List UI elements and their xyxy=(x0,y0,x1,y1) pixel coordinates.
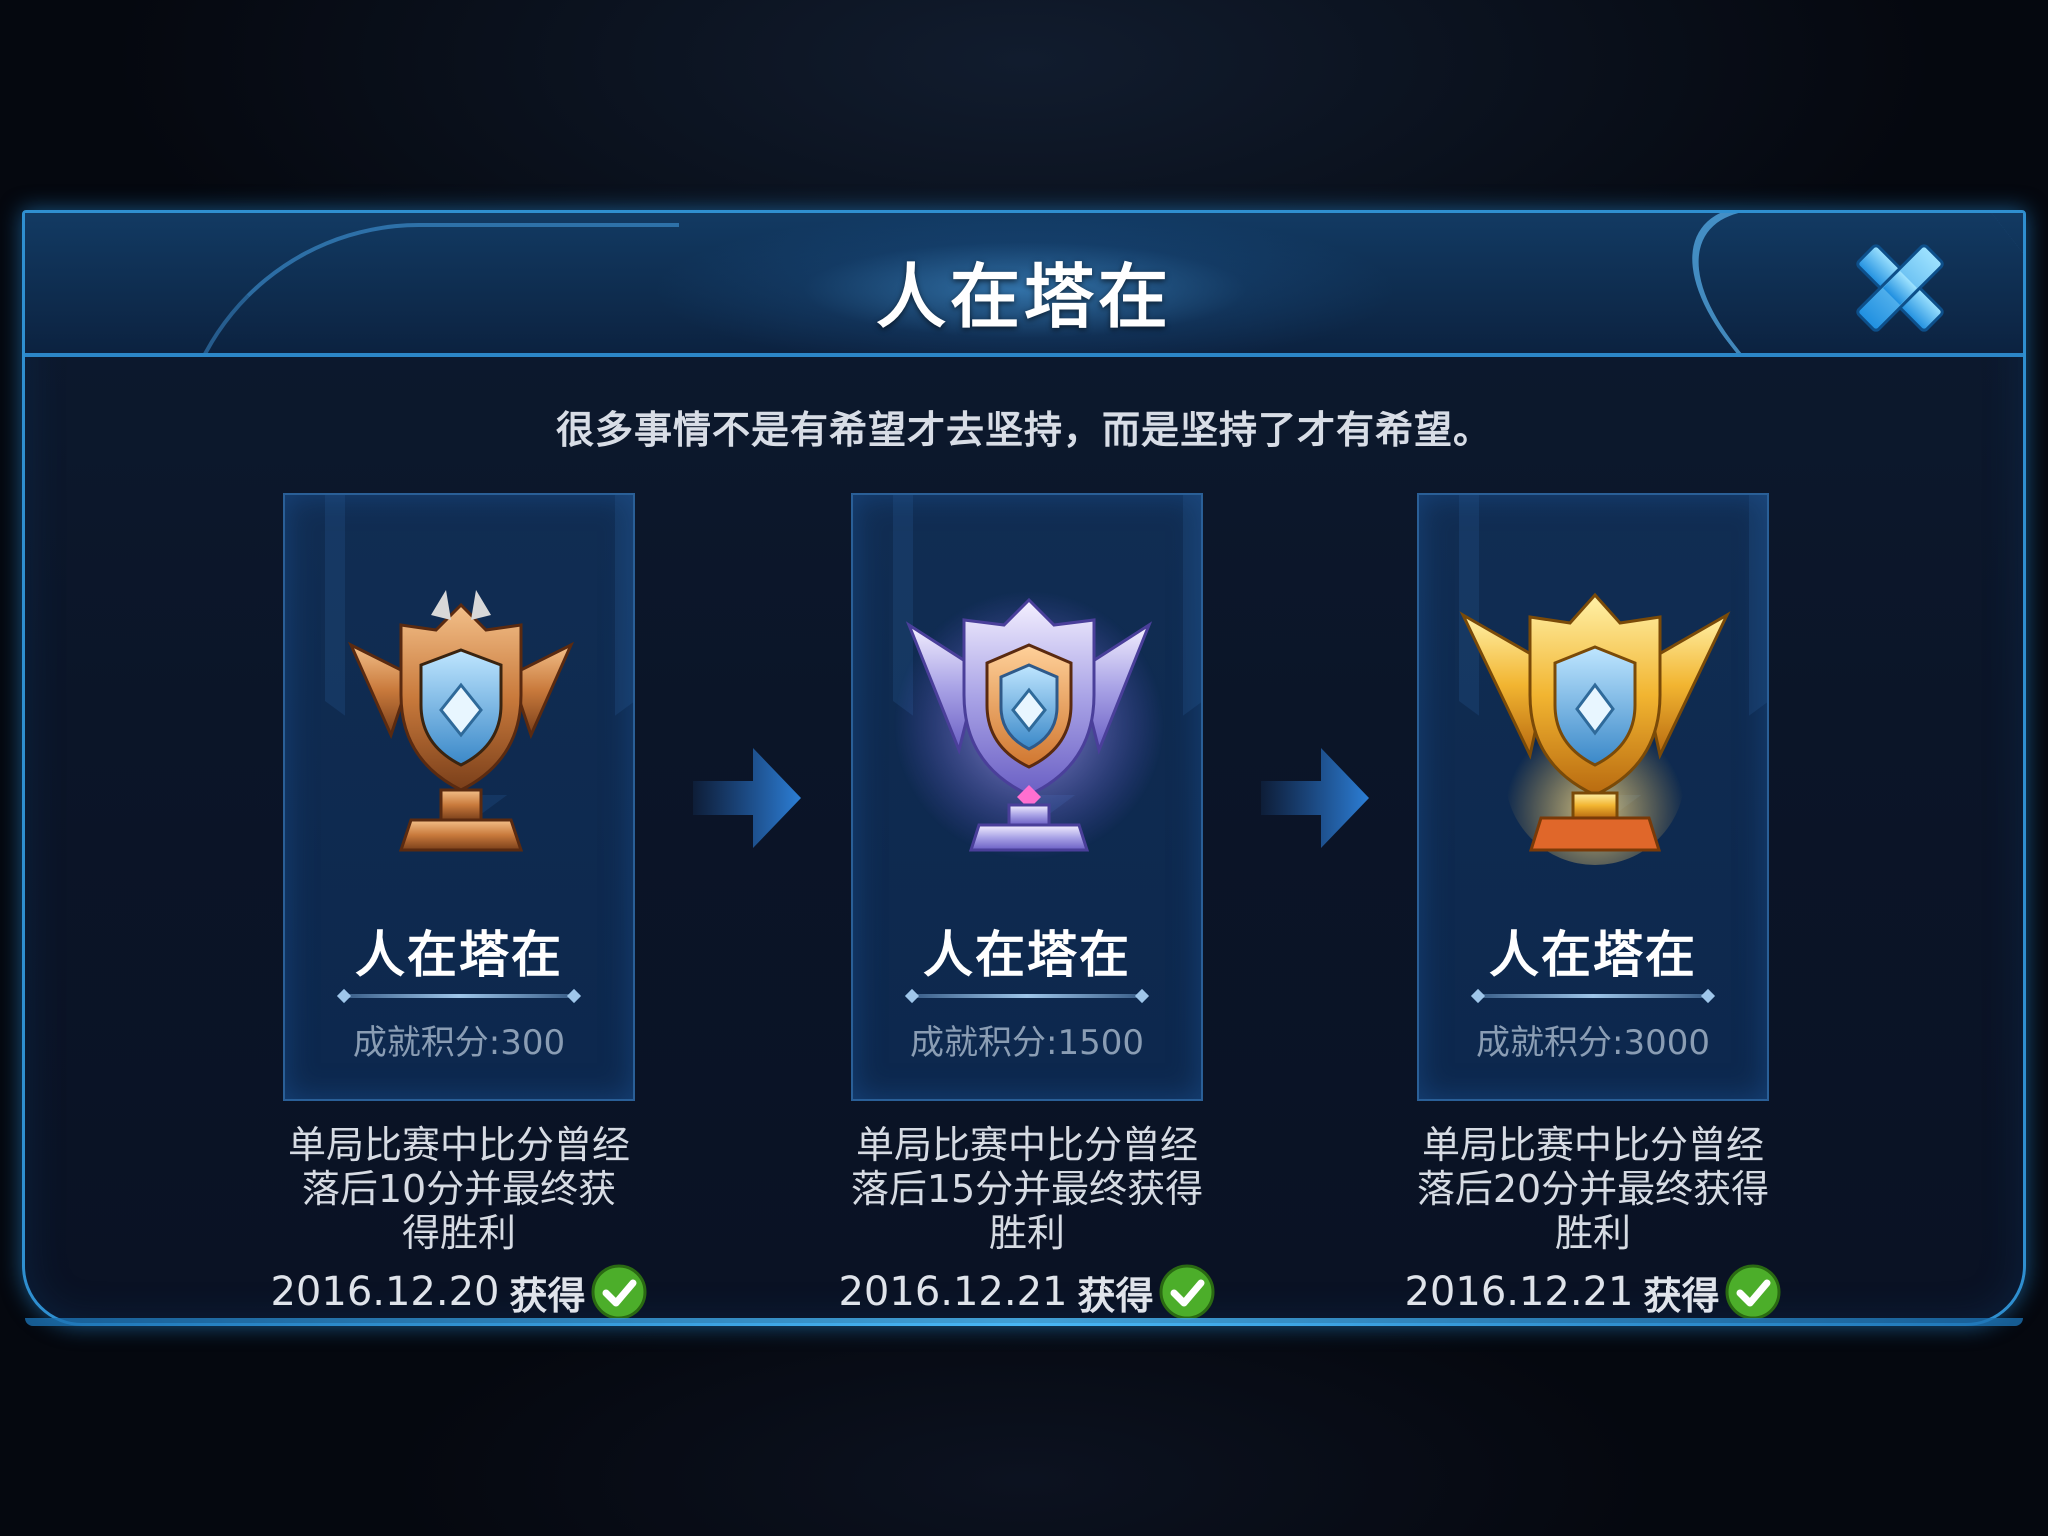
obtained-row: 2016.12.20 获得 xyxy=(249,1263,669,1323)
silver-trophy-icon xyxy=(894,590,1164,860)
tier-name: 人在塔在 xyxy=(1489,926,1697,984)
card-divider xyxy=(1477,994,1709,998)
achievement-points: 成就积分:1500 xyxy=(910,1023,1144,1063)
dialog-header: 人在塔在 xyxy=(25,213,2023,357)
tier-name: 人在塔在 xyxy=(355,926,563,984)
obtained-date: 2016.12.20 xyxy=(270,1269,500,1315)
tier-description: 单局比赛中比分曾经 落后20分并最终获得 胜利 xyxy=(1416,1123,1770,1255)
achievement-dialog: 人在塔在 很多事情不是有希望才去坚持，而是坚持了才有希望。 人在塔在 成就积分:… xyxy=(22,210,2026,1326)
check-icon xyxy=(1725,1264,1781,1320)
obtained-row: 2016.12.21 获得 xyxy=(1383,1263,1803,1323)
check-icon xyxy=(1159,1264,1215,1320)
arrow-right-icon xyxy=(693,748,801,848)
dialog-title: 人在塔在 xyxy=(876,256,1172,338)
obtained-label: 获得 xyxy=(1077,1273,1154,1318)
card-divider xyxy=(911,994,1143,998)
achievement-points: 成就积分:300 xyxy=(352,1023,566,1063)
close-button[interactable] xyxy=(1845,233,1955,343)
obtained-label: 获得 xyxy=(509,1273,586,1318)
obtained-row: 2016.12.21 获得 xyxy=(817,1263,1237,1323)
achievement-points: 成就积分:3000 xyxy=(1476,1023,1710,1063)
check-icon xyxy=(591,1264,647,1320)
tier-card-bronze: 人在塔在 成就积分:300 xyxy=(283,493,635,1101)
obtained-label: 获得 xyxy=(1643,1273,1720,1318)
tier-card-silver: 人在塔在 成就积分:1500 xyxy=(851,493,1203,1101)
tier-description: 单局比赛中比分曾经 落后15分并最终获得 胜利 xyxy=(850,1123,1204,1255)
arrow-right-icon xyxy=(1261,748,1369,848)
tier-description: 单局比赛中比分曾经 落后10分并最终获 得胜利 xyxy=(287,1123,630,1255)
obtained-date: 2016.12.21 xyxy=(1404,1269,1634,1315)
obtained-date: 2016.12.21 xyxy=(838,1269,1068,1315)
tier-card-gold: 人在塔在 成就积分:3000 xyxy=(1417,493,1769,1101)
gold-trophy-icon xyxy=(1459,592,1731,865)
card-divider xyxy=(343,994,575,998)
close-x-icon[interactable] xyxy=(1845,233,1955,343)
dialog-subtitle: 很多事情不是有希望才去坚持，而是坚持了才有希望。 xyxy=(555,408,1492,452)
tier-name: 人在塔在 xyxy=(923,926,1131,984)
bronze-trophy-icon xyxy=(347,590,575,852)
